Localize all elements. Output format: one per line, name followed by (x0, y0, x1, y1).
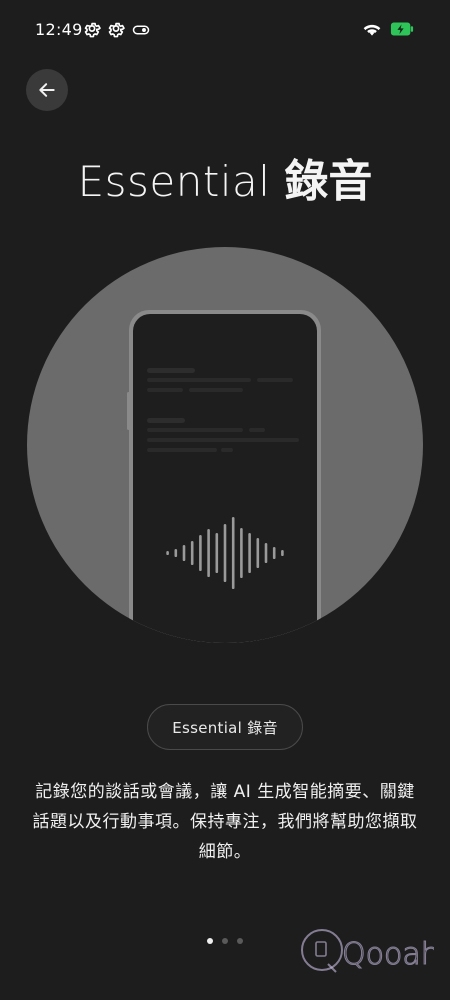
waveform-bar (248, 533, 251, 573)
phone-mockup (127, 310, 321, 643)
description-text: 記錄您的談話或會議，讓 AI 生成智能摘要、關鍵話題以及行動事項。保持專注，我們… (32, 782, 418, 862)
gear-icon (84, 22, 101, 38)
page-title: Essential 錄音 (0, 150, 450, 214)
watermark-text: Qooah (342, 937, 434, 972)
waveform-bar (207, 529, 210, 577)
waveform-bar (190, 541, 194, 565)
waveform-bar (166, 551, 169, 555)
waveform-bar (264, 543, 268, 563)
feature-chip-label: Essential 錄音 (172, 718, 278, 737)
waveform-bar (256, 538, 260, 568)
status-time: 12:49 (35, 20, 83, 39)
gear-icon (108, 22, 125, 38)
waveform-bar (174, 549, 178, 557)
waveform-bar (215, 533, 219, 573)
waveform-bar (182, 545, 186, 561)
feature-chip: Essential 錄音 (147, 704, 303, 750)
waveform-bar (199, 535, 202, 571)
waveform-bar (231, 517, 235, 589)
wifi-icon (363, 24, 381, 36)
waveform-bar (272, 547, 276, 559)
status-right-group (362, 20, 414, 38)
waveform-bar (281, 550, 284, 556)
title-feature: 錄音 (284, 156, 373, 207)
title-brand: Essential (77, 157, 271, 206)
waveform-bar (240, 528, 243, 578)
status-bar: 12:49 (0, 0, 450, 60)
pagination-dot[interactable] (237, 938, 243, 944)
toggle-icon (132, 25, 150, 35)
recorder-illustration (27, 247, 423, 643)
battery-charging-icon (390, 22, 414, 36)
arrow-left-icon (39, 83, 55, 97)
pagination-dot[interactable] (222, 938, 228, 944)
watermark-logo: Qooah (301, 929, 434, 973)
pagination-dot[interactable] (207, 938, 213, 944)
waveform-bar (223, 524, 227, 582)
back-button[interactable] (26, 69, 68, 111)
